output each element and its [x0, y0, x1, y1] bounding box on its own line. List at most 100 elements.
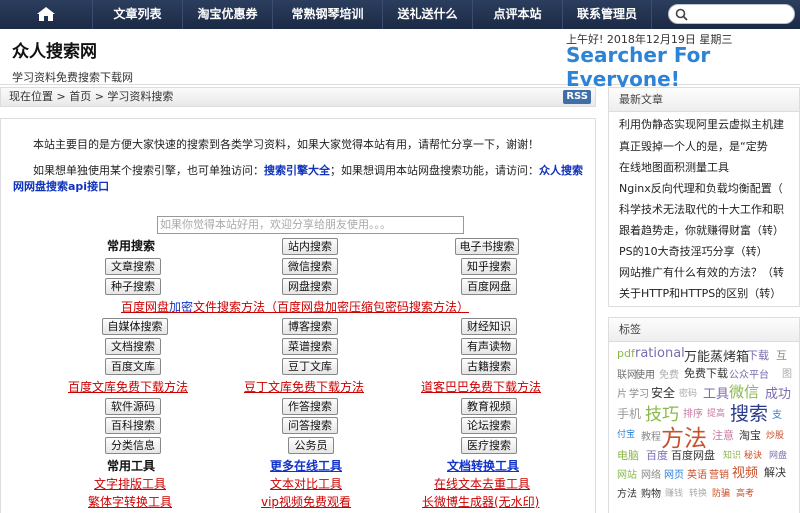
tag-link[interactable]: 网络: [641, 466, 661, 481]
audiobook-button[interactable]: 有声读物: [461, 338, 517, 355]
tag-link[interactable]: 解决: [764, 464, 786, 480]
article-link[interactable]: Nginx反向代理和负载均衡配置（: [619, 180, 795, 196]
wechat-search-button[interactable]: 微信搜索: [282, 258, 338, 275]
qa-search-button[interactable]: 问答搜索: [282, 417, 338, 434]
media-search-button[interactable]: 自媒体搜索: [102, 318, 168, 335]
text-layout-tool-link[interactable]: 文字排版工具: [94, 475, 166, 492]
baidu-pan-button[interactable]: 百度网盘: [461, 278, 517, 295]
tag-link[interactable]: 学习: [629, 385, 649, 400]
tag-link[interactable]: 方法: [617, 485, 637, 500]
wenku-download-link[interactable]: 百度文库免费下载方法: [68, 378, 188, 395]
text-compare-tool-link[interactable]: 文本对比工具: [270, 475, 342, 492]
pan-api-link[interactable]: 网盘搜索api接口: [24, 180, 109, 193]
tag-link[interactable]: 图: [782, 365, 792, 380]
medical-search-button[interactable]: 医疗搜索: [461, 437, 517, 454]
tag-link[interactable]: 注意: [712, 427, 734, 443]
tag-link[interactable]: 淘宝: [739, 427, 761, 443]
search-input[interactable]: [668, 4, 795, 24]
ancient-book-search-button[interactable]: 古籍搜索: [461, 358, 517, 375]
tag-link[interactable]: 支: [772, 406, 782, 421]
pan-encrypted-search-link[interactable]: 百度网盘加密文件搜索方法（百度网盘加密压缩包密码搜索方法）: [121, 298, 469, 315]
article-link[interactable]: 真正毁掉一个人的是，是“定势: [619, 138, 795, 154]
blog-search-button[interactable]: 博客搜索: [282, 318, 338, 335]
baidu-wenku-button[interactable]: 百度文库: [105, 358, 161, 375]
nav-item-articles[interactable]: 文章列表: [92, 0, 182, 29]
douding-wenku-button[interactable]: 豆丁文库: [282, 358, 338, 375]
pan-search-button[interactable]: 网盘搜索: [282, 278, 338, 295]
tag-link[interactable]: 联网: [617, 366, 637, 381]
site-name[interactable]: 众人搜索网: [12, 37, 97, 62]
tag-link[interactable]: 使用: [635, 366, 655, 381]
more-online-tools-link[interactable]: 更多在线工具: [270, 457, 342, 474]
finance-knowledge-button[interactable]: 财经知识: [461, 318, 517, 335]
tag-link[interactable]: 搜索: [730, 399, 768, 426]
tag-link[interactable]: 视频: [732, 462, 758, 481]
daoke-download-link[interactable]: 道客巴巴免费下载方法: [421, 378, 541, 395]
baike-search-button[interactable]: 百科搜索: [105, 417, 161, 434]
tag-link[interactable]: 秘诀: [744, 448, 762, 461]
long-weibo-link[interactable]: 长微博生成器(无水印): [422, 493, 539, 510]
tag-link[interactable]: 片: [617, 385, 627, 400]
tag-link[interactable]: 工具: [703, 383, 729, 402]
tag-link[interactable]: 转换: [689, 486, 707, 499]
engine-list-link[interactable]: 搜索引擎大全: [264, 164, 330, 177]
tag-link[interactable]: 知识: [723, 448, 741, 461]
vip-video-link[interactable]: vip视频免费观看: [261, 493, 351, 510]
tag-link[interactable]: 万能蒸烤箱: [684, 346, 749, 365]
tag-link[interactable]: 购物: [641, 485, 661, 500]
tag-link[interactable]: 免费下载: [684, 365, 728, 381]
tag-link[interactable]: 排序: [683, 405, 703, 420]
tag-link[interactable]: 赚钱: [665, 486, 683, 499]
search-icon[interactable]: [675, 8, 688, 21]
torrent-search-button[interactable]: 种子搜索: [105, 278, 161, 295]
tag-link[interactable]: rational: [635, 346, 685, 361]
tag-link[interactable]: 英语: [687, 466, 707, 481]
tag-link[interactable]: 炒股: [766, 428, 784, 441]
share-input[interactable]: 如果你觉得本站好用，欢迎分享给朋友使用。。。: [157, 216, 464, 234]
edu-video-button[interactable]: 教育视频: [461, 398, 517, 415]
article-link[interactable]: 网站推广有什么有效的方法？（转: [619, 264, 795, 280]
tag-link[interactable]: 防骗: [712, 486, 730, 499]
tag-link[interactable]: 网站: [617, 466, 637, 481]
article-link[interactable]: PS的10大奇技淫巧分享（转）: [619, 243, 795, 259]
tag-link[interactable]: 教程: [641, 428, 661, 443]
recipe-search-button[interactable]: 菜谱搜索: [282, 338, 338, 355]
tag-link[interactable]: 付宝: [617, 427, 635, 440]
nav-item-piano[interactable]: 常熟钢琴培训: [272, 0, 382, 29]
traditional-convert-link[interactable]: 繁体字转换工具: [88, 493, 172, 510]
doc-convert-tools-link[interactable]: 文档转换工具: [447, 457, 519, 474]
civil-servant-button[interactable]: 公务员: [288, 437, 334, 454]
article-link[interactable]: 在线地图面积测量工具: [619, 159, 795, 175]
rss-button[interactable]: RSS: [563, 90, 591, 104]
tag-link[interactable]: 高考: [736, 486, 754, 499]
article-search-button[interactable]: 文章搜索: [105, 258, 161, 275]
tag-link[interactable]: 公众平台: [729, 366, 769, 381]
article-link[interactable]: 关于HTTP和HTTPS的区别（转）: [619, 285, 795, 301]
tag-link[interactable]: 免费: [659, 366, 679, 381]
software-source-button[interactable]: 软件源码: [105, 398, 161, 415]
doc-search-button[interactable]: 文档搜索: [105, 338, 161, 355]
site-search-button[interactable]: 站内搜索: [282, 238, 338, 255]
article-link[interactable]: 利用伪静态实现阿里云虚拟主机建: [619, 116, 795, 132]
tag-link[interactable]: 电脑: [617, 447, 639, 463]
tag-link[interactable]: pdf: [617, 347, 635, 360]
tag-link[interactable]: 网盘: [769, 448, 787, 461]
tag-link[interactable]: 成功: [765, 383, 791, 402]
nav-item-taobao[interactable]: 淘宝优惠券: [182, 0, 272, 29]
tag-link[interactable]: 密码: [679, 386, 697, 399]
tag-link[interactable]: 互: [776, 347, 787, 363]
tag-link[interactable]: 百度: [646, 447, 668, 463]
homework-search-button[interactable]: 作答搜索: [282, 398, 338, 415]
zhihu-search-button[interactable]: 知乎搜索: [461, 258, 517, 275]
home-icon[interactable]: [36, 6, 56, 22]
tag-link[interactable]: 百度网盘: [671, 447, 715, 463]
tag-link[interactable]: 营销: [709, 466, 729, 481]
nav-item-gift[interactable]: 送礼送什么: [382, 0, 472, 29]
tag-link[interactable]: 手机: [617, 405, 641, 422]
nav-item-contact[interactable]: 联系管理员: [562, 0, 652, 29]
tag-link[interactable]: 安全: [651, 384, 675, 401]
tag-link[interactable]: 提高: [707, 406, 725, 419]
douding-download-link[interactable]: 豆丁文库免费下载方法: [244, 378, 364, 395]
tag-link[interactable]: 网页: [664, 466, 684, 481]
tag-link[interactable]: 下载: [747, 347, 769, 363]
